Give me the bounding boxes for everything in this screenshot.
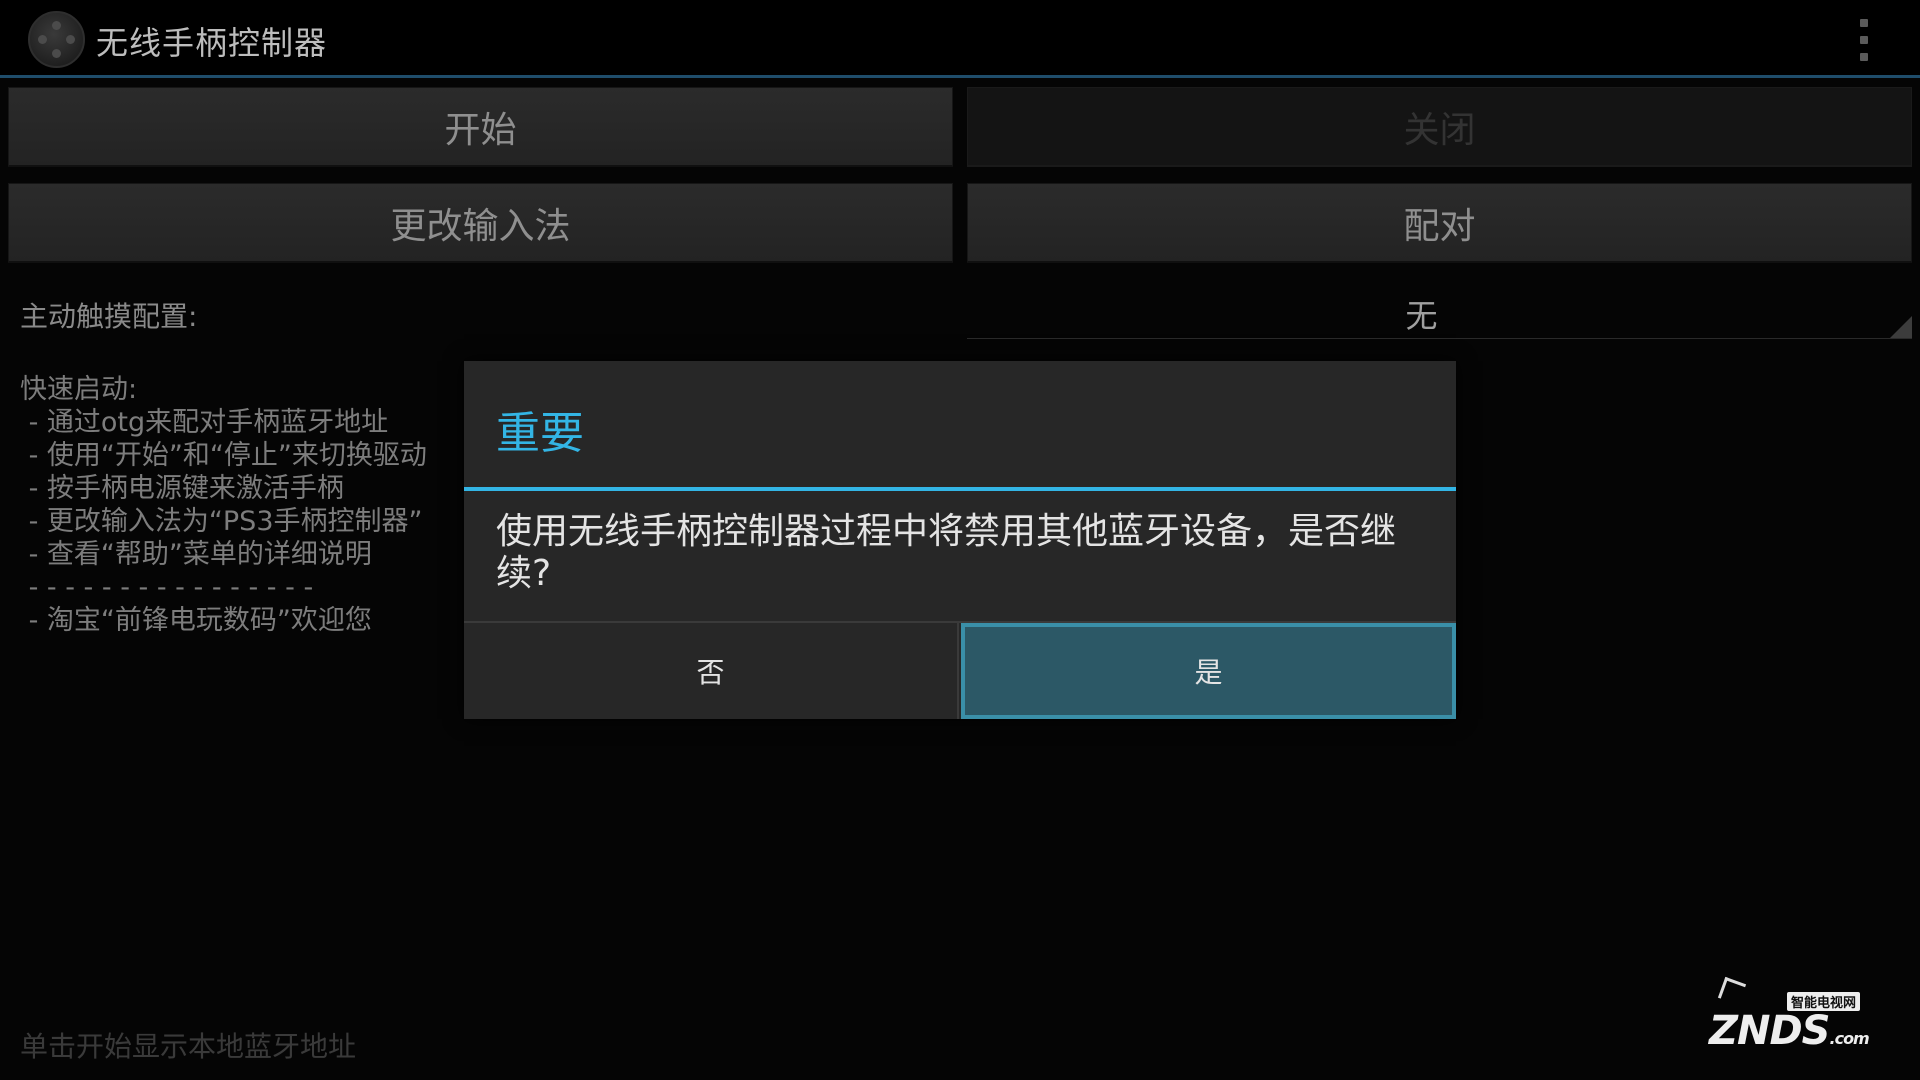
pair-button[interactable]: 配对 — [967, 183, 1912, 263]
quick-start-line: - 按手柄电源键来激活手柄 — [20, 473, 344, 504]
gamepad-icon[interactable] — [28, 11, 85, 68]
spinner-arrow-icon — [1890, 316, 1912, 338]
footer-hint: 单击开始显示本地蓝牙地址 — [20, 1030, 357, 1063]
dialog-message: 使用无线手柄控制器过程中将禁用其他蓝牙设备，是否继续? — [496, 511, 1397, 594]
gamepad-button-dot — [38, 35, 47, 44]
quick-start-instructions: 快速启动: - 通过otg来配对手柄蓝牙地址 - 使用“开始”和“停止”来切换驱… — [20, 373, 427, 637]
dialog-yes-button[interactable]: 是 — [961, 623, 1456, 719]
quick-start-line: - 淘宝“前锋电玩数码”欢迎您 — [20, 605, 372, 636]
overflow-menu-icon[interactable] — [1852, 19, 1876, 61]
quick-start-line: - 查看“帮助”菜单的详细说明 — [20, 539, 372, 570]
quick-start-line: - 更改输入法为“PS3手柄控制器” — [20, 506, 423, 537]
dialog-no-button[interactable]: 否 — [464, 623, 959, 719]
start-button[interactable]: 开始 — [8, 87, 953, 167]
quick-start-line: - 通过otg来配对手柄蓝牙地址 — [20, 407, 389, 438]
quick-start-line: - 使用“开始”和“停止”来切换驱动 — [20, 440, 427, 471]
gamepad-button-dot — [52, 21, 61, 30]
app-screen: 无线手柄控制器 开始 关闭 更改输入法 配对 主动触摸配置: 无 快速启动: -… — [0, 0, 1920, 1080]
watermark-logo-suffix: .com — [1829, 1029, 1870, 1048]
close-button[interactable]: 关闭 — [967, 87, 1912, 167]
touch-config-spinner[interactable]: 无 — [967, 283, 1912, 339]
watermark-logo-text: ZNDS.com — [1709, 1008, 1870, 1054]
touch-config-value: 无 — [1405, 297, 1438, 335]
menu-dot — [1860, 36, 1868, 44]
important-dialog: 重要 使用无线手柄控制器过程中将禁用其他蓝牙设备，是否继续? 否 是 — [464, 361, 1456, 719]
dialog-title: 重要 — [496, 408, 584, 459]
menu-dot — [1860, 19, 1868, 27]
touch-config-label: 主动触摸配置: — [20, 300, 198, 333]
dialog-button-bar: 否 是 — [464, 621, 1456, 719]
app-title: 无线手柄控制器 — [96, 24, 328, 62]
menu-dot — [1860, 53, 1868, 61]
gamepad-button-dot — [66, 35, 75, 44]
tv-antenna-icon — [1717, 976, 1747, 1006]
change-input-method-button[interactable]: 更改输入法 — [8, 183, 953, 263]
watermark-logo-name: ZNDS — [1709, 1008, 1830, 1054]
action-bar: 无线手柄控制器 — [0, 0, 1920, 78]
znds-watermark-logo: 智能电视网 ZNDS.com — [1705, 976, 1875, 1054]
gamepad-button-dot — [52, 49, 61, 58]
dialog-title-divider — [464, 487, 1456, 491]
quick-start-heading: 快速启动: — [20, 374, 138, 405]
quick-start-divider: - - - - - - - - - - - - - - - - — [20, 572, 314, 603]
